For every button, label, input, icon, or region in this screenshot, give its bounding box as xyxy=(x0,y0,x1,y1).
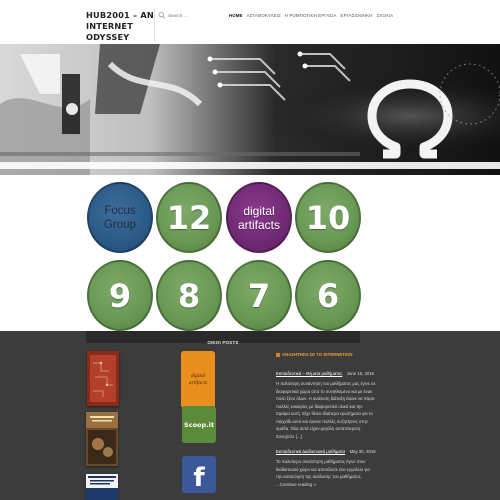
footer-area xyxy=(0,331,500,500)
circle-label: 7 xyxy=(247,276,271,315)
circle-focus-group[interactable]: Focus Group xyxy=(87,182,153,253)
post-title-1[interactable]: Εκπαιδευτικά – Θέματα μαθήματος xyxy=(276,371,342,376)
header-divider xyxy=(154,8,155,42)
circle-6[interactable]: 6 xyxy=(295,260,361,331)
post-excerpt-1: Η παλιότερη συνάντηση του μαθήματος μας … xyxy=(276,381,376,431)
post-date-1: June 15, 2016 xyxy=(346,371,375,376)
site-title[interactable]: HUB2001 – AN INTERNET ODYSSEY xyxy=(86,10,156,43)
nav-item-4[interactable]: ΕΡΓΑΣΙΟΘΗΚΗ xyxy=(341,13,373,21)
book-cover-3[interactable] xyxy=(86,474,118,500)
nav-item-5[interactable]: ΣΧΟΛΙΑ xyxy=(376,13,393,21)
digital-artifacts-badge-label: digital artifacts xyxy=(188,372,208,386)
post-more-1[interactable]: Συνεχίστε [...] xyxy=(276,433,376,441)
posts-heading: ΑΝΑΖΗΤΗΣΗ ΣΕ ΤΟ INTERNETΙΟΝ xyxy=(276,352,376,357)
nav-item-3[interactable]: Η ΡΟΜΠΟΤΙΚΗ ΕΡΓΑΣΙΑ xyxy=(285,13,337,21)
facebook-badge[interactable]: f xyxy=(182,456,216,493)
circle-label: 12 xyxy=(166,198,212,237)
widget-title: ΟΙΚΟΙ POSTS xyxy=(207,340,239,345)
nav-item-home[interactable]: HOME xyxy=(229,13,243,21)
circle-9[interactable]: 9 xyxy=(87,260,153,331)
post-excerpt-2: Το παλιότερο συνάντηση μαθήματος έγινε σ… xyxy=(276,459,370,479)
scoopit-icon: Scoop.it xyxy=(184,420,214,429)
circle-label: Focus Group xyxy=(104,204,136,231)
circle-digital-artifacts[interactable]: digital artifacts xyxy=(226,182,292,253)
banner-artwork xyxy=(0,44,500,175)
header-banner-image xyxy=(0,44,500,175)
search-icon[interactable] xyxy=(158,11,166,20)
facebook-icon: f xyxy=(193,462,205,493)
heading-square-icon xyxy=(276,352,280,357)
circle-button-grid: Focus Group 12 digital artifacts 10 9 8 … xyxy=(86,180,362,336)
post-date-2: May 30, 2016 xyxy=(349,449,376,454)
post-title-2[interactable]: Εκπαιδευτικά Διαδικτυακά μαθήματα xyxy=(276,449,345,454)
nav-item-2[interactable]: ΑΣΤΑΘΟΚΥΛΕΙΣ xyxy=(247,13,281,21)
continue-reading-link[interactable]: ...Continue reading » xyxy=(276,481,376,489)
circle-label: digital artifacts xyxy=(237,203,280,232)
site-header: HUB2001 – AN INTERNET ODYSSEY HOME ΑΣΤΑΘ… xyxy=(0,0,500,44)
circle-7[interactable]: 7 xyxy=(226,260,292,331)
circle-label: 8 xyxy=(177,276,201,315)
circle-8[interactable]: 8 xyxy=(156,260,222,331)
posts-heading-title: ΑΝΑΖΗΤΗΣΗ ΣΕ ΤΟ INTERNETΙΟΝ xyxy=(282,352,353,357)
circle-10[interactable]: 10 xyxy=(295,182,361,253)
digital-artifacts-badge[interactable]: digital artifacts xyxy=(181,351,215,408)
circle-12[interactable]: 12 xyxy=(156,182,222,253)
scoopit-badge[interactable]: Scoop.it xyxy=(182,406,216,443)
widget-title-bar: ΟΙΚΟΙ POSTS xyxy=(86,331,360,345)
recent-posts: ΑΝΑΖΗΤΗΣΗ ΣΕ ΤΟ INTERNETΙΟΝ Εκπαιδευτικά… xyxy=(276,352,376,488)
circle-label: 10 xyxy=(305,198,351,237)
search-box[interactable] xyxy=(158,11,218,20)
search-input[interactable] xyxy=(168,11,218,20)
book-cover-2[interactable] xyxy=(86,412,118,466)
main-nav: HOME ΑΣΤΑΘΟΚΥΛΕΙΣ Η ΡΟΜΠΟΤΙΚΗ ΕΡΓΑΣΙΑ ΕΡ… xyxy=(229,13,393,21)
book-cover-1[interactable] xyxy=(87,351,119,406)
circle-label: 6 xyxy=(316,276,340,315)
circle-label: 9 xyxy=(108,276,132,315)
